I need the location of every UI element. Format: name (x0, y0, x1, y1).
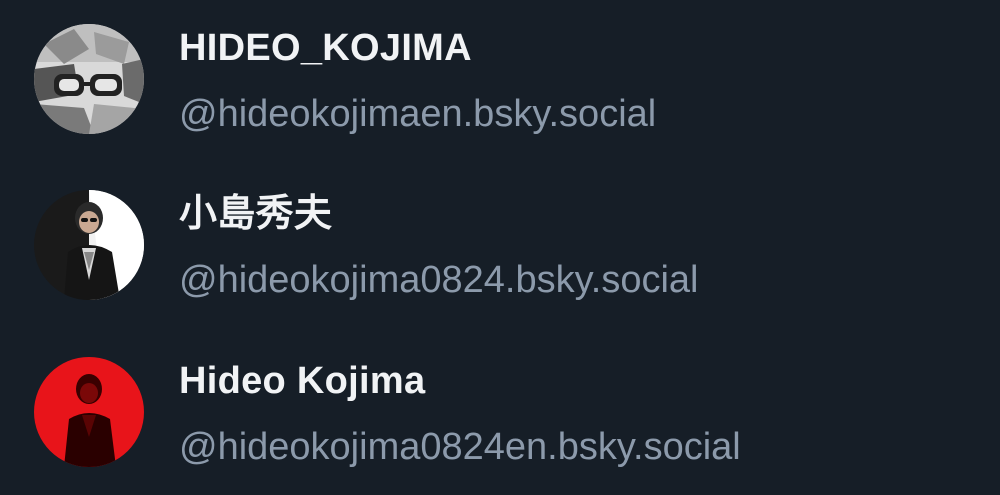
avatar-red-photo-icon (34, 357, 144, 467)
display-name: Hideo Kojima (179, 360, 426, 402)
handle: @hideokojima0824en.bsky.social (179, 426, 741, 468)
account-row-hideo-kojima-en[interactable]: HIDEO_KOJIMA @hideokojimaen.bsky.social (0, 2, 1000, 162)
account-row-hideo-kojima-jp[interactable]: 小島秀夫 @hideokojima0824.bsky.social (0, 168, 1000, 328)
handle: @hideokojimaen.bsky.social (179, 93, 657, 135)
display-name: HIDEO_KOJIMA (179, 27, 472, 69)
avatar[interactable] (34, 357, 144, 467)
account-list: HIDEO_KOJIMA @hideokojimaen.bsky.social … (0, 0, 1000, 495)
account-row-hideo-kojima-en-2[interactable]: Hideo Kojima @hideokojima0824en.bsky.soc… (0, 335, 1000, 495)
avatar[interactable] (34, 190, 144, 300)
avatar-bw-photo-icon (34, 24, 144, 134)
avatar-suit-photo-icon (34, 190, 144, 300)
avatar[interactable] (34, 24, 144, 134)
handle: @hideokojima0824.bsky.social (179, 259, 699, 301)
display-name: 小島秀夫 (179, 193, 333, 235)
